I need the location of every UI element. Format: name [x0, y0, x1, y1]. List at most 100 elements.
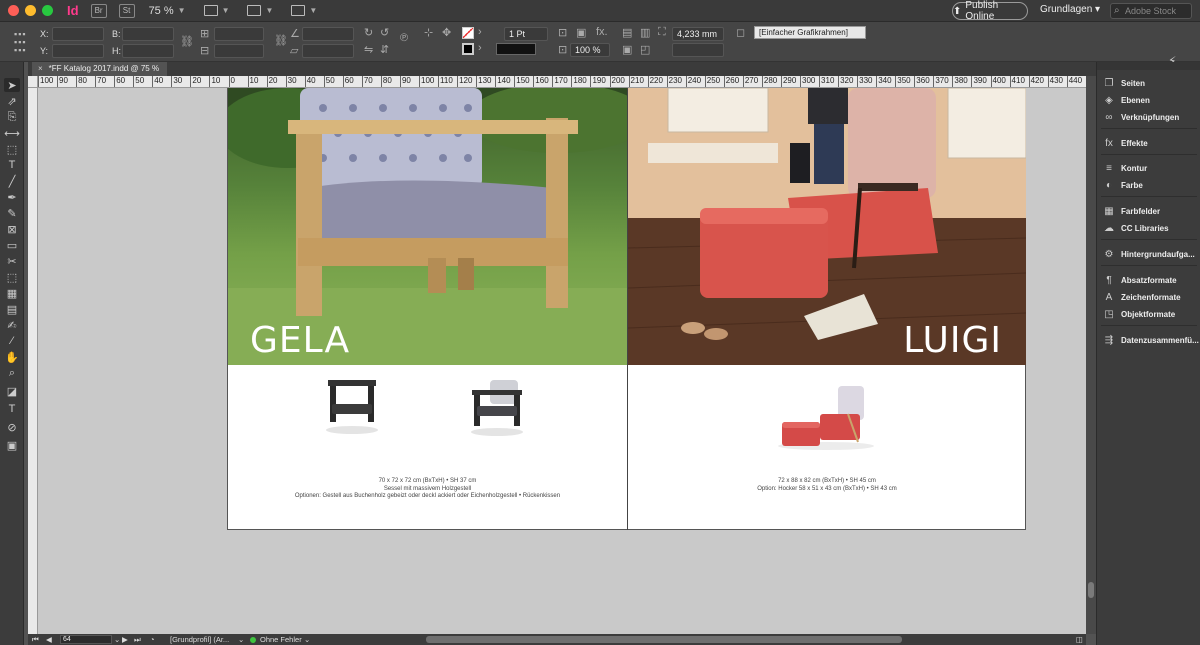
y-field[interactable] [52, 44, 104, 58]
gela-black-chair-thumbnail[interactable] [324, 378, 380, 434]
zoom-window-button[interactable] [42, 5, 53, 16]
vertical-scrollbar[interactable] [1086, 76, 1096, 634]
scissors-tool-icon[interactable]: ✂ [4, 254, 20, 268]
shear-field[interactable] [302, 44, 354, 58]
free-transform-tool-icon[interactable]: ⬚ [4, 270, 20, 284]
vertical-scrollbar-thumb[interactable] [1088, 582, 1094, 598]
chevron-right-icon[interactable]: › [478, 26, 482, 38]
chevron-right-icon[interactable]: › [478, 42, 482, 54]
page-tool-icon[interactable]: ⎘ [4, 110, 20, 124]
document-tab[interactable]: × *FF Katalog 2017.indd @ 75 % [32, 62, 168, 76]
gela-photo[interactable]: GELA [228, 88, 627, 365]
gradient-feather-tool-icon[interactable]: ▤ [4, 302, 20, 316]
fill-none-swatch[interactable] [462, 27, 474, 39]
pencil-tool-icon[interactable]: ✎ [4, 206, 20, 220]
panel-farbe[interactable]: ◐ Farbe [1103, 178, 1143, 192]
scale-percent-field[interactable]: 100 % [570, 43, 610, 57]
line-tool-icon[interactable]: ╱ [4, 174, 20, 188]
object-style-select[interactable]: [Einfacher Grafikrahmen] [754, 26, 866, 39]
screen-mode-tool-icon[interactable]: ▣ [4, 438, 20, 452]
corner-size-field[interactable] [672, 43, 724, 57]
fill-stroke-swatch-icon[interactable]: ◪ [4, 384, 20, 398]
gap-tool-icon[interactable]: ⟷ [4, 126, 20, 140]
scale-x-field[interactable] [214, 27, 264, 41]
preflight-profile-icon[interactable]: ◔ [150, 634, 155, 645]
collapse-icon[interactable]: ◫ [1076, 634, 1083, 645]
text-wrap-icon[interactable]: ▣ [622, 43, 632, 56]
last-page-button[interactable]: ⏭ [134, 634, 141, 645]
frame-fit-content-icon[interactable]: ⛶ [658, 26, 666, 39]
stock-button[interactable]: St [118, 3, 135, 18]
reference-point-icon[interactable]: ▪▪▪ ▪▪▪ ▪▪▪ [14, 30, 30, 55]
preflight-profile-label[interactable]: [Grundprofil] (Ar... [170, 634, 229, 645]
bridge-button[interactable]: Br [90, 3, 107, 18]
first-page-button[interactable]: ⏮ [32, 634, 39, 645]
screen-mode-icon[interactable] [247, 5, 262, 16]
rotate-ccw-icon[interactable]: ↺ [380, 26, 389, 39]
preflight-status[interactable]: Ohne Fehler [250, 634, 302, 645]
panel-verknuepfungen[interactable]: ∞ Verknüpfungen [1103, 110, 1179, 124]
constrain-proportions-icon[interactable]: ⛓ [180, 35, 194, 48]
flip-vertical-icon[interactable]: ⇵ [380, 43, 389, 56]
scale-y-field[interactable] [214, 44, 264, 58]
close-window-button[interactable] [8, 5, 19, 16]
panel-cc-libraries[interactable]: ☁ CC Libraries [1103, 221, 1169, 235]
next-page-button[interactable]: ▶ [122, 634, 128, 645]
rectangle-frame-tool-icon[interactable]: ⊠ [4, 222, 20, 236]
type-tool-icon[interactable]: T [4, 158, 20, 172]
publish-online-button[interactable]: ⬆ Publish Online [952, 0, 1028, 22]
panel-objektformate[interactable]: ◳ Objektformate [1103, 307, 1175, 321]
page-menu-chevron-icon[interactable]: ⌄ [114, 634, 120, 645]
select-container-icon[interactable]: ⊹ [424, 26, 433, 39]
panel-datenzusammenfuehrung[interactable]: ⇶ Datenzusammenfü... [1103, 333, 1199, 347]
flip-horizontal-icon[interactable]: ⇋ [364, 43, 373, 56]
width-field[interactable] [122, 27, 174, 41]
stroke-black-swatch[interactable] [462, 43, 474, 55]
stroke-type-select[interactable] [496, 43, 536, 55]
panel-farbfelder[interactable]: ▦ Farbfelder [1103, 204, 1160, 218]
frame-fitting-icon[interactable]: ⊡ [558, 26, 567, 39]
rotation-field[interactable] [302, 27, 354, 41]
apply-none-icon[interactable]: ⊘ [4, 420, 20, 434]
luigi-set-thumbnail[interactable] [776, 384, 876, 450]
panel-absatzformate[interactable]: ¶ Absatzformate [1103, 273, 1176, 287]
x-field[interactable] [52, 27, 104, 41]
arrange-documents-icon[interactable] [291, 5, 306, 16]
effects-fx-icon[interactable]: fx. [596, 26, 608, 38]
panel-kontur[interactable]: ≡ Kontur [1103, 161, 1147, 175]
gela-cushion-chair-thumbnail[interactable] [468, 378, 526, 436]
panel-ebenen[interactable]: ◈ Ebenen [1103, 93, 1150, 107]
panel-hintergrundaufgaben[interactable]: ⚙ Hintergrundaufga... [1103, 247, 1195, 261]
frame-content-icon[interactable]: ▣ [576, 26, 586, 39]
align-left-icon[interactable]: ▤ [622, 26, 632, 39]
panel-effekte[interactable]: fx Effekte [1103, 136, 1148, 150]
hand-tool-icon[interactable]: ✋ [4, 350, 20, 364]
height-field[interactable] [122, 44, 174, 58]
zoom-level-dropdown[interactable]: 75 % [149, 5, 174, 17]
formatting-affects-icon[interactable]: T [4, 402, 20, 416]
content-collector-tool-icon[interactable]: ⬚ [4, 142, 20, 156]
select-content-icon[interactable]: ✥ [442, 26, 451, 39]
view-options-icon[interactable] [203, 5, 218, 16]
luigi-photo[interactable]: LUIGI [628, 88, 1026, 365]
close-tab-icon[interactable]: × [38, 64, 43, 73]
corner-options-icon[interactable]: ◰ [640, 43, 650, 56]
chevron-down-icon[interactable]: ⌄ [304, 634, 310, 645]
gradient-swatch-tool-icon[interactable]: ▦ [4, 286, 20, 300]
page-number-field[interactable]: 64 [60, 635, 112, 644]
workspace-switcher[interactable]: Grundlagen ▾ [1040, 4, 1100, 15]
minimize-window-button[interactable] [25, 5, 36, 16]
align-center-icon[interactable]: ▥ [640, 26, 650, 39]
ruler-origin[interactable] [28, 76, 38, 88]
panel-seiten[interactable]: ❐ Seiten [1103, 76, 1146, 90]
stroke-size-field[interactable]: 4,233 mm [672, 27, 724, 41]
previous-page-button[interactable]: ◀ [46, 634, 52, 645]
stroke-weight-field[interactable]: 1 Pt [504, 27, 548, 41]
eyedropper-tool-icon[interactable]: ⁄ [4, 334, 20, 348]
horizontal-scrollbar-thumb[interactable] [426, 636, 902, 643]
direct-selection-tool-icon[interactable]: ⇗ [4, 94, 20, 108]
rotate-cw-icon[interactable]: ↻ [364, 26, 373, 39]
rectangle-tool-icon[interactable]: ▭ [4, 238, 20, 252]
chevron-down-icon[interactable]: ⌄ [238, 634, 244, 645]
constrain-scale-icon[interactable]: ⛓ [274, 34, 288, 47]
